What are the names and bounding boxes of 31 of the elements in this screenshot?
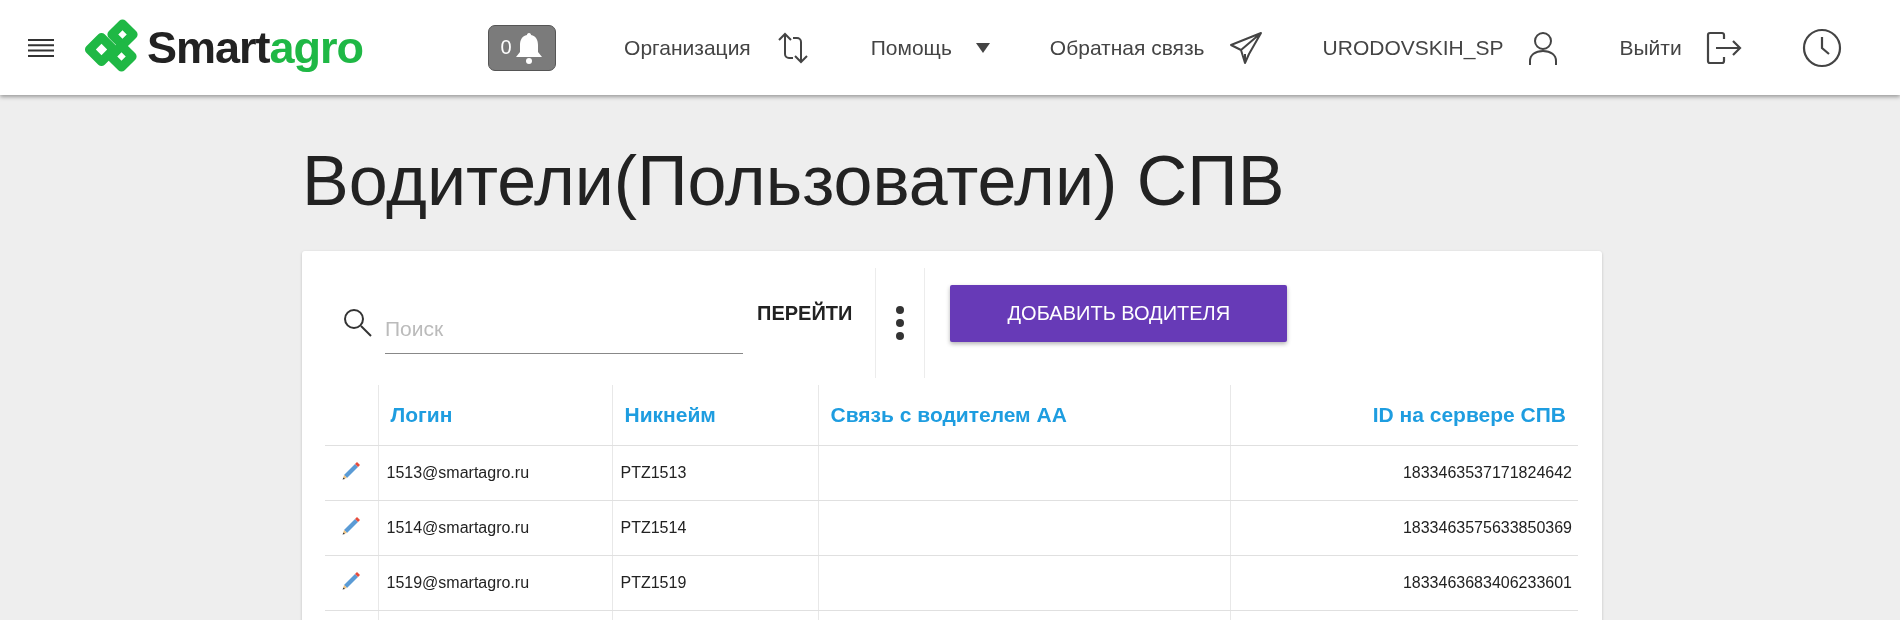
go-button[interactable]: ПЕРЕЙТИ <box>753 297 857 329</box>
nav-link[interactable]: Организация <box>624 35 751 60</box>
page-title: Водители(Пользователи) СПВ <box>302 141 1286 222</box>
pencil-icon[interactable] <box>341 461 362 481</box>
bell-icon <box>513 30 544 65</box>
more-options-icon[interactable] <box>895 305 906 341</box>
search-icon <box>343 308 373 338</box>
table-cell: PTZ1514 <box>620 519 687 536</box>
table-cell: 1833463683406233601 <box>1402 574 1572 591</box>
menu-icon[interactable] <box>28 37 54 58</box>
pencil-icon[interactable] <box>341 516 362 536</box>
caret-icon[interactable] <box>975 42 990 53</box>
paper-plane-icon[interactable] <box>1228 30 1263 65</box>
table-cell: 1519@smartagro.ru <box>386 574 530 591</box>
nav-link[interactable]: Выйти <box>1619 35 1682 60</box>
notifications-button[interactable]: 0 <box>488 24 557 71</box>
nav-link[interactable]: Помощь <box>870 35 952 60</box>
pencil-icon[interactable] <box>341 571 362 591</box>
table-cell: 1513@smartagro.ru <box>386 464 530 481</box>
logout-icon[interactable] <box>1705 30 1742 65</box>
nav-link[interactable]: Обратная связь <box>1049 35 1205 60</box>
add-driver-button[interactable]: ДОБАВИТЬ ВОДИТЕЛЯ <box>950 284 1288 342</box>
table-cell: PTZ1519 <box>620 574 687 591</box>
table-cell: 1833463575633850369 <box>1402 519 1572 536</box>
table-cell: 1833463537171824642 <box>1402 464 1572 481</box>
clock-icon[interactable] <box>1801 27 1842 68</box>
table-cell: 1514@smartagro.ru <box>386 519 530 536</box>
logo-text: Smartagro <box>147 21 364 74</box>
table-cell: PTZ1513 <box>620 464 687 481</box>
nav-link[interactable]: URODOVSKIH_SP <box>1322 35 1504 60</box>
user-icon[interactable] <box>1527 29 1560 66</box>
